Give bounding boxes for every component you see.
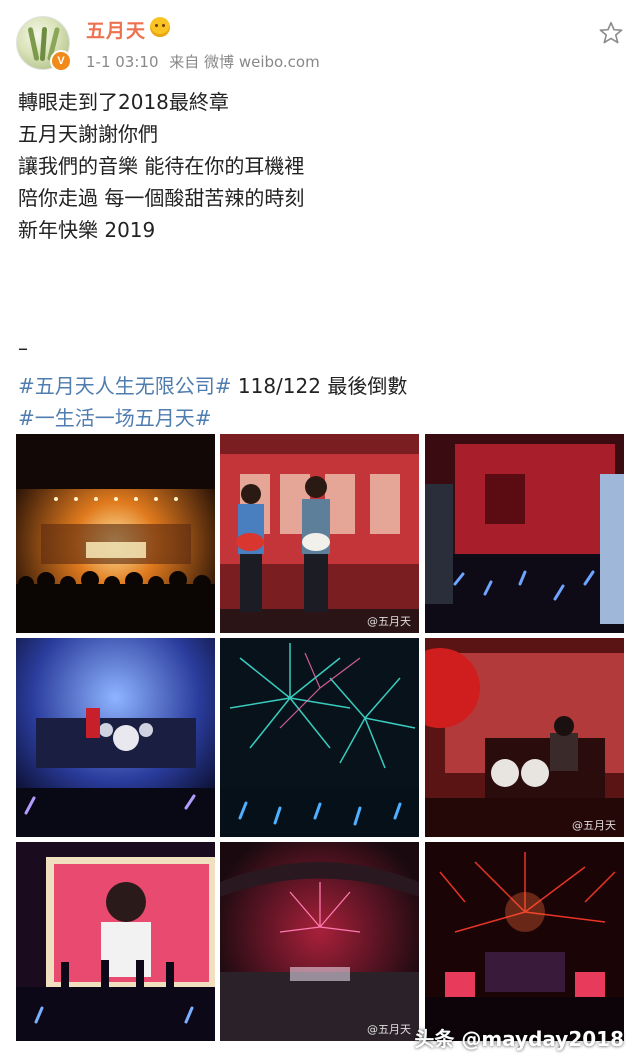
separator-dash: – (18, 336, 28, 360)
footer-watermark: 头条 @mayday2018 (414, 1023, 624, 1052)
topic-link[interactable]: #五月天人生无限公司# (18, 374, 232, 398)
countdown-text: 118/122 最後倒數 (231, 374, 408, 398)
star-outline-icon[interactable] (598, 20, 624, 46)
post-timestamp: 1-1 03:10 (86, 53, 159, 71)
watermark-handle: @mayday2018 (454, 1027, 624, 1051)
image-grid: @五月天 @五月天 @五月天 (16, 434, 624, 1041)
photo-guitarists[interactable]: @五月天 (220, 434, 419, 633)
post-text-line: 陪你走過 每一個酸甜苦辣的時刻 (18, 186, 305, 210)
photo-teal-fireworks[interactable] (220, 638, 419, 837)
topic-line-2: #一生活一场五月天# (18, 404, 212, 432)
post-header: V 五月天 1-1 03:10 来自 微博 weibo.com (0, 0, 640, 78)
watermark-brand: 头条 (414, 1027, 455, 1051)
username[interactable]: 五月天 (86, 16, 146, 43)
post-text-line: 讓我們的音樂 能待在你的耳機裡 (18, 154, 305, 178)
post-source[interactable]: 来自 微博 weibo.com (169, 53, 319, 71)
image-watermark: @五月天 (367, 1023, 411, 1036)
smiling-face-icon (150, 17, 170, 37)
post-text-line: 五月天謝謝你們 (18, 122, 158, 146)
post-meta: 1-1 03:10 来自 微博 weibo.com (86, 51, 326, 72)
photo-blue-drums-stage[interactable] (16, 638, 215, 837)
post-text-line: 轉眼走到了2018最終章 (18, 90, 229, 114)
photo-countdown-stage[interactable] (16, 434, 215, 633)
photo-red-fireworks[interactable] (425, 842, 624, 1041)
topic-link[interactable]: #一生活一场五月天# (18, 406, 212, 430)
photo-red-stage[interactable] (425, 434, 624, 633)
image-watermark: @五月天 (367, 615, 411, 628)
verified-badge-icon: V (50, 50, 72, 72)
post-text-line: 新年快樂 2019 (18, 218, 156, 242)
photo-stadium-fireworks[interactable]: @五月天 (220, 842, 419, 1041)
topic-line-1: #五月天人生无限公司# 118/122 最後倒數 (18, 372, 407, 400)
image-watermark: @五月天 (572, 819, 616, 832)
photo-screen-singer[interactable] (16, 842, 215, 1041)
post-text: 轉眼走到了2018最終章 五月天謝謝你們 讓我們的音樂 能待在你的耳機裡 陪你走… (18, 86, 618, 246)
photo-drummer[interactable]: @五月天 (425, 638, 624, 837)
